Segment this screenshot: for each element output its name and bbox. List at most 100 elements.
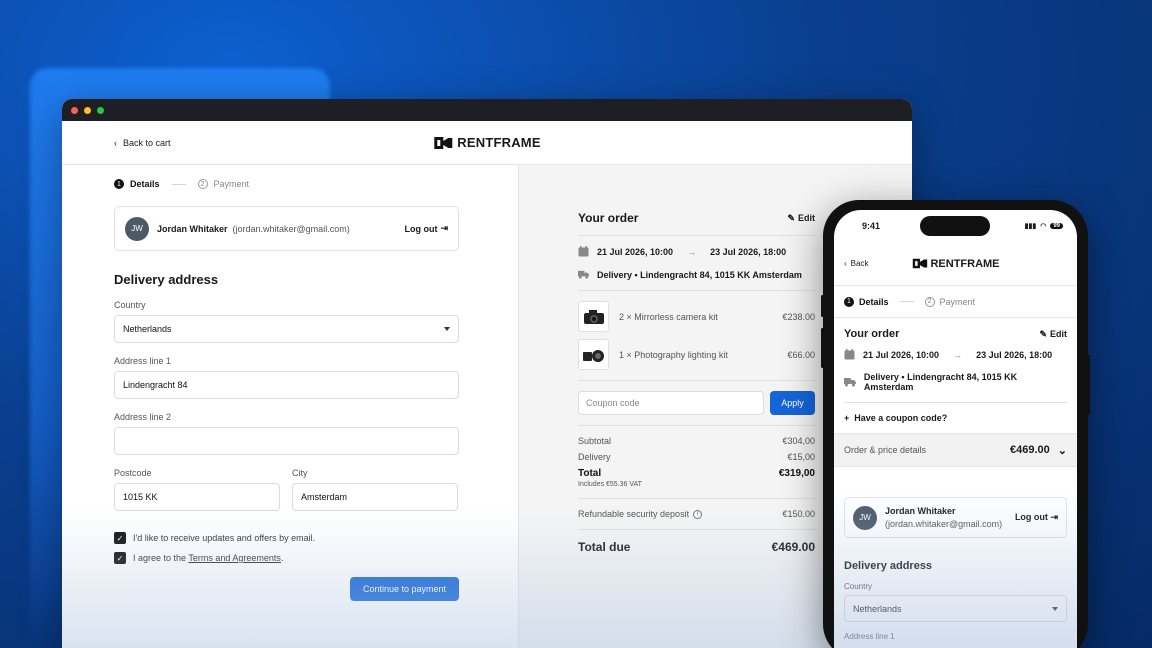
camera-logo-icon	[434, 136, 453, 149]
divider	[578, 498, 815, 499]
plus-icon: +	[844, 413, 850, 423]
site-header: ‹ Back to cart RENTFRAME	[62, 121, 912, 165]
chevron-left-icon: ‹	[114, 137, 117, 148]
country-select[interactable]: Netherlands	[844, 595, 1067, 622]
terms-consent-row: ✓ I agree to the Terms and Agreements.	[114, 552, 518, 564]
subtotal-row: Subtotal €304,00	[578, 436, 815, 446]
edit-order-button[interactable]: ✎ Edit	[787, 213, 815, 224]
step-1-indicator: 1	[114, 179, 124, 189]
order-title: Your order	[578, 211, 639, 225]
caret-down-icon	[444, 327, 450, 331]
list-item: 1 × Photography lighting kit €66.00	[578, 339, 815, 370]
camera-icon	[583, 309, 604, 324]
terms-checkbox[interactable]: ✓	[114, 552, 126, 564]
delivery-address-title: Delivery address	[844, 560, 933, 572]
delivery-address: Delivery • Lindengracht 84, 1015 KK Amst…	[597, 269, 802, 280]
mobile-user-card: JW Jordan Whitaker (jordan.whitaker@gmai…	[844, 497, 1067, 538]
total-due-row: Total due €469.00	[578, 540, 815, 554]
avatar: JW	[853, 505, 877, 530]
address1-input[interactable]: Lindengracht 84	[114, 371, 459, 399]
calendar-icon	[844, 349, 855, 360]
pencil-icon: ✎	[1039, 328, 1047, 339]
battery-icon: 99	[1050, 223, 1063, 229]
step-divider	[899, 301, 914, 302]
total-row: Total €319,00	[578, 468, 815, 479]
phone-side-button	[821, 295, 824, 317]
logout-icon: ⇥	[1050, 512, 1058, 522]
city-input[interactable]: Amsterdam	[292, 483, 458, 511]
pencil-icon: ✎	[787, 212, 795, 223]
step-payment-label[interactable]: Payment	[214, 179, 250, 189]
mobile-brand-logo[interactable]: RENTFRAME	[911, 257, 1000, 270]
coupon-toggle[interactable]: + Have a coupon code?	[844, 413, 1067, 423]
divider	[578, 290, 815, 291]
mobile-order-section: Your order ✎ Edit 21 Jul 2026, 10:00 → 2…	[834, 328, 1077, 423]
coupon-input[interactable]: Coupon code	[578, 391, 764, 415]
city-label: City	[292, 468, 308, 478]
status-time: 9:41	[862, 221, 881, 231]
chevron-down-icon: ⌄	[1057, 444, 1067, 457]
camera-logo-icon	[912, 258, 927, 269]
item-price: €238.00	[782, 311, 815, 322]
step-payment-label[interactable]: Payment	[940, 297, 976, 307]
chevron-left-icon: ‹	[844, 259, 847, 268]
phone-power-button	[1087, 355, 1090, 415]
address1-label: Address line 1	[114, 356, 172, 366]
vat-note: Includes €55.36 VAT	[578, 481, 642, 488]
item-name: 1 × Photography lighting kit	[619, 349, 728, 360]
rental-end: 23 Jul 2026, 18:00	[710, 246, 787, 257]
country-label: Country	[844, 582, 873, 591]
mobile-checkout-steps: 1 Details 2 Payment	[834, 286, 1077, 318]
maximize-dot[interactable]	[97, 106, 104, 114]
divider	[578, 235, 815, 236]
delivery-fee-row: Delivery €15,00	[578, 452, 815, 462]
divider	[578, 425, 815, 426]
edit-order-button[interactable]: ✎ Edit	[1039, 329, 1067, 340]
order-title: Your order	[844, 328, 900, 340]
divider	[578, 529, 815, 530]
price-details-toggle[interactable]: Order & price details €469.00 ⌄	[834, 433, 1077, 467]
logout-button[interactable]: Log out ⇥	[404, 223, 448, 234]
calendar-icon	[578, 246, 589, 257]
coupon-row: Coupon code Apply	[578, 391, 815, 415]
updates-consent-row: ✓ I'd like to receive updates and offers…	[114, 532, 518, 544]
item-name: 2 × Mirrorless camera kit	[619, 311, 718, 322]
arrow-right-icon: →	[687, 246, 697, 257]
browser-window: ‹ Back to cart RENTFRAME 1 Details 2 Pay…	[62, 99, 912, 648]
rental-dates: 21 Jul 2026, 10:00 → 23 Jul 2026, 18:00	[578, 246, 815, 257]
logout-button[interactable]: Log out ⇥	[1015, 512, 1058, 523]
deposit-row: Refundable security deposit i €150.00	[578, 509, 815, 519]
delivery-address-title: Delivery address	[114, 272, 219, 287]
step-divider	[171, 183, 186, 185]
apply-coupon-button[interactable]: Apply	[770, 391, 815, 415]
step-1-indicator: 1	[844, 296, 854, 307]
postcode-input[interactable]: 1015 KK	[114, 483, 280, 511]
close-dot[interactable]	[71, 106, 78, 114]
country-select[interactable]: Netherlands	[114, 315, 459, 343]
signal-icon: ▮▮▮	[1024, 223, 1037, 230]
step-2-indicator: 2	[197, 179, 208, 189]
phone-device: 9:41 ▮▮▮ ◠ 99 ‹ Back RENTFRAME 1 Details	[821, 200, 1090, 648]
browser-titlebar	[62, 99, 912, 121]
brand-logo[interactable]: RENTFRAME	[433, 135, 541, 151]
step-details-label[interactable]: Details	[859, 297, 889, 307]
user-name: Jordan Whitaker	[885, 505, 956, 516]
item-price: €66.00	[787, 349, 815, 360]
rental-dates: 21 Jul 2026, 10:00 → 23 Jul 2026, 18:00	[844, 349, 1067, 360]
address2-input[interactable]	[114, 427, 459, 455]
step-details-label[interactable]: Details	[130, 179, 160, 189]
arrow-right-icon: →	[953, 349, 963, 360]
updates-consent-label: I'd like to receive updates and offers b…	[133, 533, 316, 543]
info-icon[interactable]: i	[693, 509, 703, 519]
address2-label: Address line 2	[114, 412, 172, 422]
terms-link[interactable]: Terms and Agreements	[188, 553, 281, 563]
minimize-dot[interactable]	[84, 106, 91, 114]
user-name: Jordan Whitaker	[157, 223, 228, 234]
back-to-cart-link[interactable]: ‹ Back to cart	[114, 138, 171, 148]
continue-to-payment-button[interactable]: Continue to payment	[350, 577, 459, 601]
mobile-back-link[interactable]: ‹ Back	[844, 259, 868, 268]
logout-icon: ⇥	[440, 223, 448, 233]
user-email: (jordan.whitaker@gmail.com)	[885, 518, 1003, 529]
updates-checkbox[interactable]: ✓	[114, 532, 126, 544]
caret-down-icon	[1052, 607, 1058, 611]
